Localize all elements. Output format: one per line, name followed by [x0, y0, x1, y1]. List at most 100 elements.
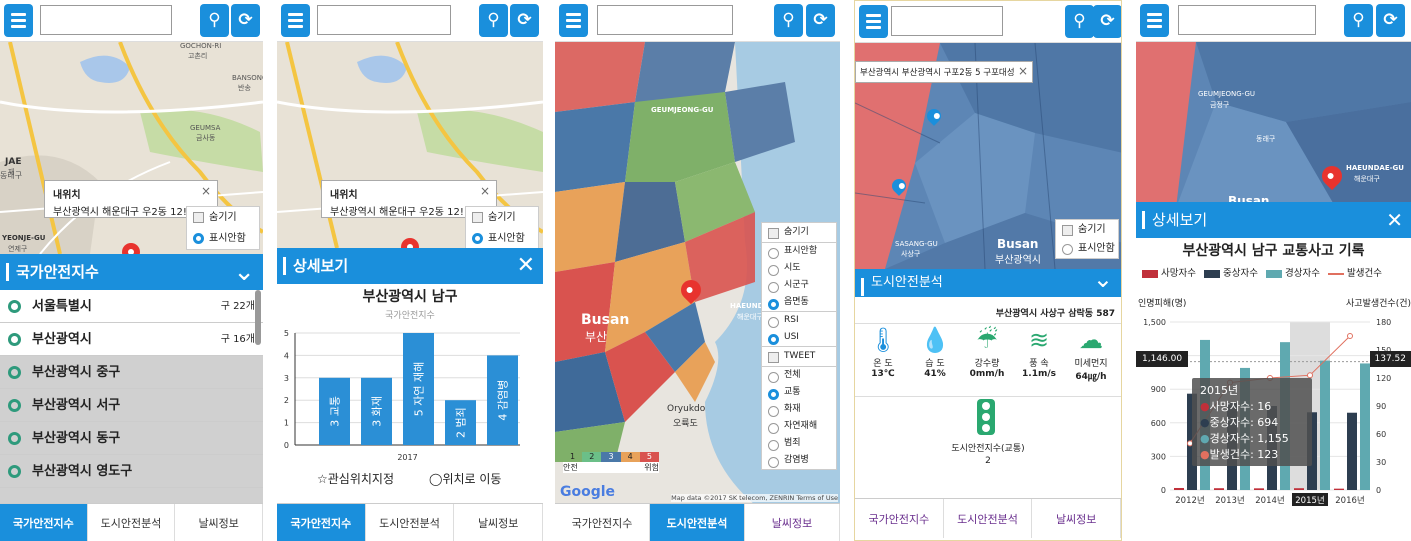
map-view[interactable]: GOCHON-RI 고촌리 BANSONG 반송 GEUMSA 금사동 JAE … [0, 42, 263, 254]
map-label: 사상구 [901, 250, 921, 258]
chevron-down-icon[interactable]: ⌄ [233, 254, 255, 290]
tab-city-analysis[interactable]: 도시안전분석 [366, 504, 455, 541]
refresh-icon: ⟳ [517, 10, 532, 30]
radio-icon [472, 233, 483, 244]
search-icon: ⚲ [1352, 10, 1365, 30]
map-view[interactable]: 내위치 부산광역시 해운대구 우2동 12! × 숨기기 표시안함 [277, 42, 543, 248]
legend-option[interactable]: RSI [762, 312, 836, 329]
search-input[interactable] [597, 5, 733, 35]
map-label: BANSONG [232, 74, 263, 82]
favorite-button[interactable]: ☆관심위치지정 [317, 470, 394, 487]
y-right-tick: 180 [1376, 318, 1391, 327]
menu-button[interactable] [859, 5, 888, 38]
close-icon[interactable]: ✕ [1386, 202, 1403, 238]
map-legend: 숨기기 표시안함 시도 시군구 읍면동 RSI USI TWEET 전체 교통 … [761, 222, 837, 470]
search-button[interactable]: ⚲ [200, 4, 229, 37]
tab-national-index[interactable]: 국가안전지수 [277, 504, 366, 541]
x-tick-label: 2014년 [1255, 495, 1284, 506]
map-label: 부산 [585, 330, 608, 344]
search-button[interactable]: ⚲ [1065, 5, 1094, 38]
map-label: GEUMJEONG-GU [1198, 90, 1255, 98]
radio-icon [768, 299, 779, 310]
section-header[interactable]: 도시안전분석 ⌄ [855, 265, 1121, 297]
legend-option[interactable]: 전체 [762, 367, 836, 384]
list-item[interactable]: 부산광역시 영도구 [0, 455, 263, 488]
legend-option[interactable]: 감염병 [762, 452, 836, 469]
google-logo: Google [560, 484, 616, 500]
legend-item[interactable]: 중상자수 [1204, 265, 1258, 279]
legend-hide[interactable]: 숨기기 [1056, 220, 1118, 239]
legend-item[interactable]: 발생건수 [1328, 265, 1382, 279]
refresh-button[interactable]: ⟳ [806, 4, 835, 37]
move-to-location-button[interactable]: ◯위치로 이동 [429, 470, 501, 487]
map-view[interactable]: GEUMJEONG-GU HAEUNDAE-GU 해운대구 Busan 부산 O… [555, 42, 840, 505]
refresh-icon: ⟳ [238, 10, 253, 30]
tab-weather[interactable]: 날씨정보 [454, 504, 543, 541]
map-view[interactable]: Busan 부산광역시 SASANG-GU 사상구 부산광역시 부산광역시 구포… [855, 43, 1121, 269]
location-icon [8, 333, 21, 346]
scrollbar[interactable] [255, 290, 261, 345]
refresh-button[interactable]: ⟳ [1093, 5, 1121, 38]
tab-city-analysis[interactable]: 도시안전분석 [88, 504, 176, 541]
legend-option[interactable]: USI [762, 329, 836, 346]
refresh-button[interactable]: ⟳ [1376, 4, 1405, 37]
tab-weather[interactable]: 날씨정보 [1032, 499, 1121, 538]
panel-national-index: ⚲ ⟳ GOCHON-RI 고촌리 BANSONG 반송 GEUMSA 금사동 … [0, 0, 263, 541]
search-input[interactable] [1178, 5, 1316, 35]
tab-weather[interactable]: 날씨정보 [745, 504, 840, 541]
legend-option[interactable]: 범죄 [762, 435, 836, 452]
close-icon[interactable]: × [1017, 64, 1028, 78]
search-input[interactable] [317, 5, 451, 35]
close-icon[interactable]: ✕ [517, 248, 535, 284]
search-input[interactable] [40, 5, 172, 35]
legend-option[interactable]: 화재 [762, 401, 836, 418]
legend-show-info[interactable]: 표시안함 [1056, 239, 1118, 258]
map-label: 금정구 [1210, 101, 1230, 109]
search-button[interactable]: ⚲ [479, 4, 508, 37]
menu-button[interactable] [4, 4, 33, 37]
section-header[interactable]: 국가안전지수 ⌄ [0, 254, 263, 290]
tab-national-index[interactable]: 국가안전지수 [855, 499, 944, 538]
menu-button[interactable] [281, 4, 310, 37]
refresh-button[interactable]: ⟳ [231, 4, 260, 37]
legend-item[interactable]: 경상자수 [1266, 265, 1320, 279]
search-icon: ⚲ [487, 10, 500, 30]
legend-item[interactable]: 사망자수 [1142, 265, 1196, 279]
tab-weather[interactable]: 날씨정보 [175, 504, 263, 541]
refresh-button[interactable]: ⟳ [510, 4, 539, 37]
menu-button[interactable] [1140, 4, 1169, 37]
search-button[interactable]: ⚲ [1344, 4, 1373, 37]
legend-option[interactable]: 교통 [762, 384, 836, 401]
search-input[interactable] [891, 6, 1003, 36]
close-icon[interactable]: × [480, 184, 490, 198]
checkbox-icon [1062, 225, 1073, 236]
search-button[interactable]: ⚲ [774, 4, 803, 37]
y-right-label: 사고발생건수(건) [1346, 299, 1411, 309]
list-item[interactable]: 부산광역시 서구 [0, 389, 263, 422]
map-legend: 숨기기 표시안함 [465, 206, 539, 248]
chevron-down-icon[interactable]: ⌄ [1093, 265, 1113, 293]
legend-option[interactable]: 표시안함 [762, 243, 836, 260]
list-item[interactable]: 부산광역시 중구 [0, 356, 263, 389]
legend-hide[interactable]: 숨기기 [762, 223, 836, 242]
list-item[interactable]: 부산광역시 구 16개 [0, 323, 263, 356]
list-item[interactable]: 부산광역시 동구 [0, 422, 263, 455]
tab-city-analysis[interactable]: 도시안전분석 [650, 504, 745, 541]
legend-option[interactable]: 시도 [762, 260, 836, 277]
legend-hide[interactable]: 숨기기 [466, 207, 538, 228]
legend-tweet[interactable]: TWEET [762, 347, 836, 366]
legend-show-info[interactable]: 표시안함 [466, 228, 538, 248]
close-icon[interactable]: × [201, 184, 211, 198]
legend-option[interactable]: 시군구 [762, 277, 836, 294]
tab-national-index[interactable]: 국가안전지수 [555, 504, 650, 541]
legend-hide[interactable]: 숨기기 [187, 207, 259, 228]
tab-city-analysis[interactable]: 도시안전분석 [944, 499, 1033, 538]
legend-option[interactable]: 읍면동 [762, 294, 836, 311]
menu-button[interactable] [559, 4, 588, 37]
bar [1320, 360, 1330, 490]
legend-option[interactable]: 자연재해 [762, 418, 836, 435]
tab-national-index[interactable]: 국가안전지수 [0, 504, 88, 541]
list-item[interactable]: 서울특별시 구 22개 [0, 290, 263, 323]
map-view[interactable]: GEUMJEONG-GU 금정구 HAEUNDAE-GU 해운대구 동래구 Bu… [1136, 42, 1411, 208]
legend-show-info[interactable]: 표시안함 [187, 228, 259, 249]
